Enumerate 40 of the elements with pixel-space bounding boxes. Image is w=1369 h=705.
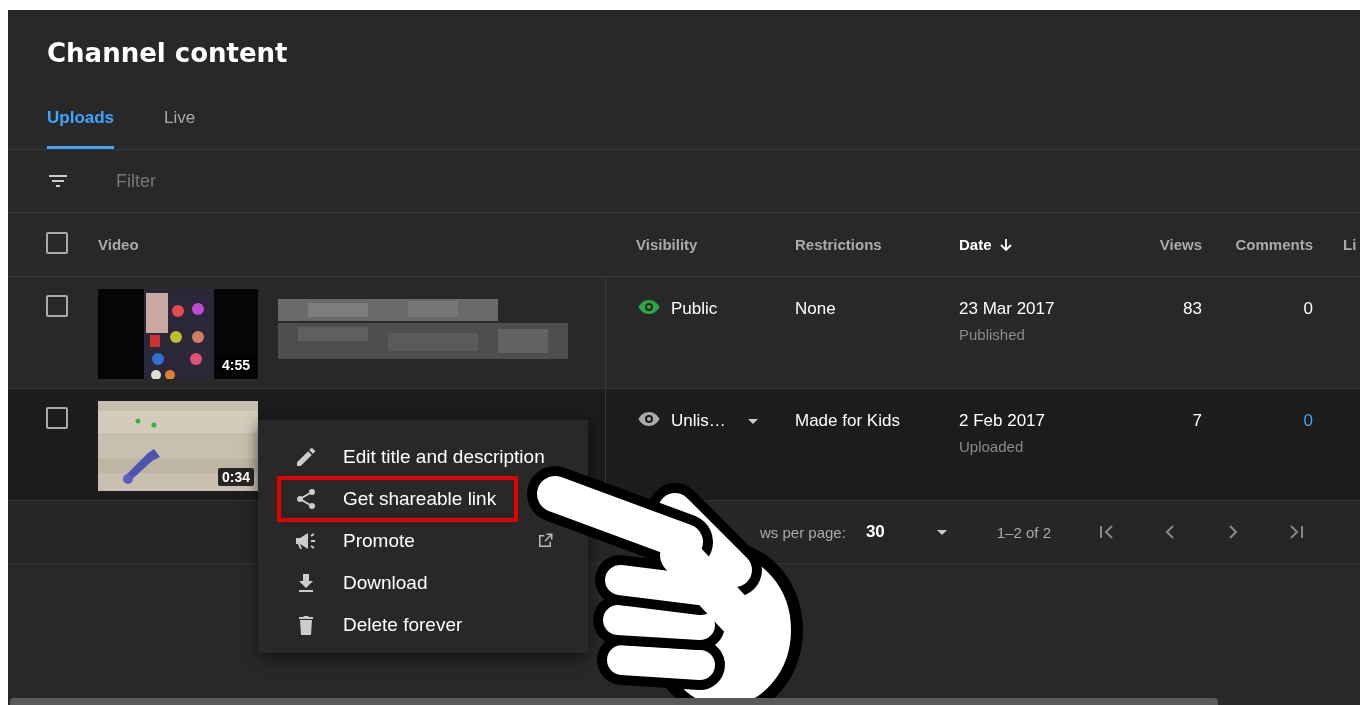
caret-icon[interactable]: [936, 529, 947, 535]
column-header[interactable]: Views: [1159, 236, 1202, 253]
pencil-icon: [294, 445, 318, 469]
rows-per-page-label: ws per page:: [760, 523, 846, 541]
duration-badge: 4:55: [217, 356, 254, 374]
scrollbar[interactable]: [10, 698, 1218, 705]
page-title: Channel content: [46, 37, 289, 70]
column-header[interactable]: Visibility: [636, 236, 698, 253]
column-header[interactable]: Li: [1343, 236, 1357, 253]
share-icon: [294, 487, 318, 511]
page-range: 1–2 of 2: [996, 523, 1052, 541]
visibility-label: Public: [671, 299, 718, 319]
tab[interactable]: Live: [164, 108, 196, 149]
visibility-dropdown[interactable]: Unlis…: [671, 411, 758, 431]
duration-badge: 0:34: [217, 468, 254, 486]
sort-down-arrow-icon[interactable]: [997, 236, 1014, 253]
table-cell: Made for Kids: [795, 411, 900, 430]
column-header[interactable]: Restrictions: [795, 236, 882, 253]
tab[interactable]: Uploads: [47, 108, 115, 149]
table-cell: None: [795, 299, 836, 318]
caret-icon[interactable]: [747, 418, 758, 424]
date-status: Uploaded: [959, 438, 1025, 455]
date-text: 2 Feb 2017: [959, 411, 1046, 431]
checkbox[interactable]: [46, 295, 68, 317]
column-header[interactable]: Comments: [1235, 236, 1313, 253]
checkbox[interactable]: [46, 232, 68, 254]
table-row[interactable]: 4:55 Public None 23 Mar 2017 Published 83 0: [8, 277, 1360, 389]
table-cell: 83: [1183, 299, 1202, 319]
comments-link[interactable]: 0: [1303, 411, 1313, 431]
table-cell: 7: [1192, 411, 1202, 431]
checkbox[interactable]: [46, 407, 68, 429]
date-status: Published: [959, 326, 1026, 343]
menu-item[interactable]: Get shareable link: [277, 476, 519, 522]
column-header[interactable]: Video: [98, 236, 139, 253]
date-text: 23 Mar 2017: [959, 299, 1056, 319]
external-link-icon[interactable]: [536, 532, 554, 550]
column-header[interactable]: Date: [959, 236, 992, 253]
table-cell: 0: [1303, 299, 1313, 319]
filter-field[interactable]: Filter: [114, 169, 418, 193]
rows-per-page-dropdown[interactable]: 30: [865, 522, 947, 542]
